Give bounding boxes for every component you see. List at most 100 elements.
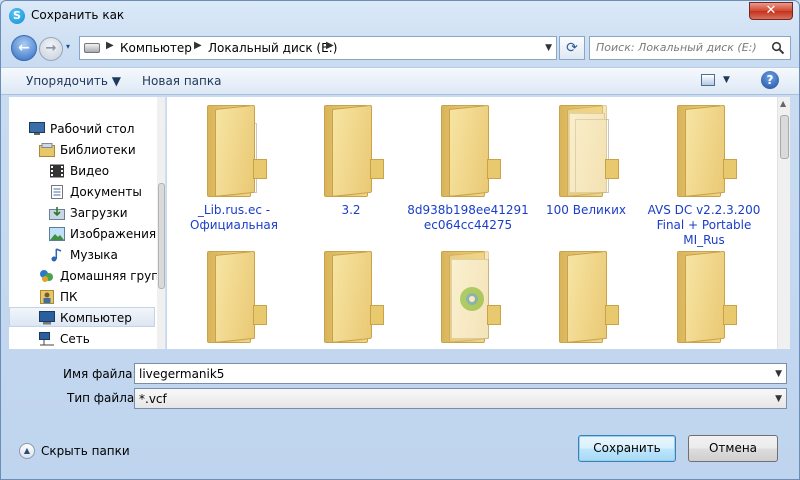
sidebar-item-label: ПК bbox=[60, 290, 78, 304]
sidebar-item-label: Библиотеки bbox=[60, 143, 136, 157]
refresh-button[interactable]: ⟳ bbox=[559, 36, 585, 60]
libraries-icon bbox=[39, 143, 55, 157]
folder-label: 100 Великих bbox=[546, 203, 626, 217]
folder-icon bbox=[324, 104, 384, 197]
address-dropdown-icon[interactable]: ▼ bbox=[545, 43, 552, 53]
sidebar-item-label: Изображения bbox=[70, 227, 157, 241]
new-folder-button[interactable]: Новая папка bbox=[142, 74, 221, 88]
window-title: Сохранить как bbox=[31, 8, 125, 22]
file-list-scrollbar[interactable]: ▲ bbox=[777, 97, 790, 349]
folder-item[interactable]: 8d938b198ee41291ec064cc44275 bbox=[407, 99, 529, 239]
sidebar-item-homegroup[interactable]: Домашняя груп bbox=[9, 266, 159, 286]
filetype-select[interactable]: *.vcf ▼ bbox=[134, 388, 787, 409]
video-icon bbox=[50, 164, 64, 178]
folder-item[interactable] bbox=[529, 245, 643, 349]
breadcrumb-computer[interactable]: Компьютер bbox=[120, 41, 192, 55]
organize-button[interactable]: Упорядочить ▼ bbox=[26, 74, 121, 88]
command-bar: Упорядочить ▼ Новая папка ▼ ? bbox=[1, 67, 799, 95]
folder-icon bbox=[324, 250, 384, 343]
sidebar-item-pictures[interactable]: Изображения bbox=[9, 224, 157, 244]
navigation-row: ← → ▾ ▶ Компьютер ▶ Локальный диск (E:) … bbox=[1, 33, 799, 63]
close-button[interactable]: ✕ bbox=[749, 2, 793, 20]
search-icon[interactable] bbox=[771, 41, 785, 55]
folder-item[interactable]: AVS DC v2.2.3.200 Final + Portable MI_Ru… bbox=[647, 99, 761, 247]
sidebar-item-downloads[interactable]: Загрузки bbox=[9, 203, 155, 223]
address-bar[interactable]: ▶ Компьютер ▶ Локальный диск (E:) ▶ ▼ bbox=[79, 36, 557, 60]
folder-icon bbox=[677, 104, 737, 197]
sidebar-item-libraries[interactable]: Библиотеки bbox=[9, 140, 155, 160]
filetype-dropdown-icon[interactable]: ▼ bbox=[775, 394, 782, 404]
skype-icon: S bbox=[9, 8, 25, 24]
filetype-label: Тип файла: bbox=[67, 391, 139, 405]
view-options-dropdown-icon[interactable]: ▼ bbox=[723, 75, 730, 85]
folder-item[interactable] bbox=[177, 245, 291, 349]
filename-value[interactable]: livegermanik5 bbox=[139, 367, 224, 381]
sidebar-item-label: Документы bbox=[70, 185, 142, 199]
search-input[interactable] bbox=[596, 41, 766, 54]
homegroup-icon bbox=[40, 270, 53, 282]
sidebar-item-label: Компьютер bbox=[60, 311, 132, 325]
breadcrumb-local-disk[interactable]: Локальный диск (E:) bbox=[208, 41, 337, 55]
scrollbar-thumb[interactable] bbox=[780, 115, 789, 159]
folder-icon bbox=[559, 250, 619, 343]
sidebar-item-label: Видео bbox=[70, 164, 110, 178]
change-view-icon[interactable] bbox=[701, 74, 715, 86]
folder-label: 3.2 bbox=[341, 203, 361, 217]
folder-icon bbox=[441, 104, 501, 197]
scrollbar-thumb[interactable] bbox=[158, 183, 165, 289]
help-button[interactable]: ? bbox=[761, 71, 779, 89]
recent-pages-button[interactable]: ▾ bbox=[66, 42, 70, 51]
filetype-value: *.vcf bbox=[139, 392, 167, 406]
folder-label: 8d938b198ee41291ec064cc44275 bbox=[407, 203, 529, 232]
sidebar-item-music[interactable]: Музыка bbox=[9, 245, 155, 265]
filename-dropdown-icon[interactable]: ▼ bbox=[775, 369, 782, 379]
folder-item[interactable]: 100 Великих bbox=[529, 99, 643, 239]
folder-icon bbox=[559, 104, 619, 197]
sidebar-item-label: Домашняя груп bbox=[60, 269, 160, 283]
user-icon bbox=[40, 290, 54, 304]
filename-label: Имя файла: bbox=[63, 367, 137, 381]
save-button[interactable]: Сохранить bbox=[578, 435, 676, 462]
folder-icon bbox=[441, 250, 501, 343]
sidebar-item-desktop[interactable]: Рабочий стол bbox=[9, 119, 155, 139]
folder-item[interactable] bbox=[294, 245, 408, 349]
sidebar-item-computer[interactable]: Компьютер bbox=[9, 307, 155, 327]
sidebar-item-label: Музыка bbox=[70, 248, 118, 262]
sidebar-item-video[interactable]: Видео bbox=[9, 161, 155, 181]
cancel-button[interactable]: Отмена bbox=[688, 435, 778, 462]
sidebar-item-pc[interactable]: ПК bbox=[9, 287, 155, 307]
folder-icon bbox=[207, 104, 267, 197]
chevron-right-icon[interactable]: ▶ bbox=[194, 40, 202, 51]
downloads-icon bbox=[49, 207, 65, 220]
chevron-right-icon[interactable]: ▶ bbox=[326, 40, 334, 51]
navigation-scrollbar[interactable] bbox=[157, 97, 165, 349]
scroll-up-icon[interactable]: ▲ bbox=[780, 99, 789, 109]
folder-item[interactable]: 3.2 bbox=[294, 99, 408, 239]
save-as-dialog: S Сохранить как ✕ ← → ▾ ▶ Компьютер ▶ Ло… bbox=[0, 0, 800, 480]
computer-icon bbox=[39, 311, 55, 325]
documents-icon bbox=[51, 185, 63, 199]
filename-field[interactable]: livegermanik5 ▼ bbox=[134, 363, 787, 384]
sidebar-item-label: Сеть bbox=[60, 332, 90, 346]
file-list: _Lib.rus.ec - Официальная 3.2 8d938b198e… bbox=[167, 97, 790, 349]
folder-label: AVS DC v2.2.3.200 Final + Portable MI_Ru… bbox=[647, 203, 761, 247]
music-icon bbox=[51, 248, 62, 262]
sidebar-item-documents[interactable]: Документы bbox=[9, 182, 155, 202]
folder-item[interactable]: _Lib.rus.ec - Официальная bbox=[177, 99, 291, 239]
back-button[interactable]: ← bbox=[11, 35, 37, 61]
navigation-pane: Рабочий стол Библиотеки Видео Документы … bbox=[9, 97, 166, 349]
chevron-right-icon[interactable]: ▶ bbox=[106, 40, 114, 51]
sidebar-item-label: Загрузки bbox=[70, 206, 128, 220]
title-bar: S Сохранить как ✕ bbox=[1, 1, 799, 31]
sidebar-item-label: Рабочий стол bbox=[50, 122, 135, 136]
drive-icon bbox=[84, 43, 100, 53]
forward-button[interactable]: → bbox=[39, 37, 63, 61]
search-box[interactable] bbox=[589, 36, 791, 60]
chevron-up-icon: ▲ bbox=[19, 443, 35, 459]
folder-item[interactable] bbox=[411, 245, 525, 349]
hide-folders-label: Скрыть папки bbox=[41, 444, 130, 458]
folder-item[interactable] bbox=[647, 245, 761, 349]
sidebar-item-network[interactable]: Сеть bbox=[9, 329, 155, 349]
pictures-icon bbox=[49, 227, 65, 241]
folder-label: _Lib.rus.ec - Официальная bbox=[190, 203, 278, 232]
